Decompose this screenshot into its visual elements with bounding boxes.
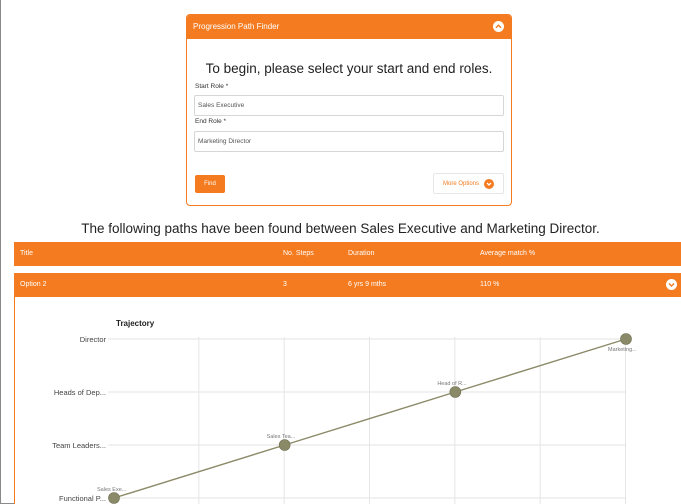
- chevron-down-icon: [484, 179, 494, 189]
- y-tick-label: Heads of Dep...: [54, 388, 106, 397]
- option-row[interactable]: Option 2 3 6 yrs 9 mths 110 %: [14, 273, 681, 297]
- trajectory-point: [278, 439, 291, 451]
- y-tick-label: Director: [80, 335, 107, 344]
- chevron-down-icon[interactable]: [666, 279, 677, 290]
- end-role-input[interactable]: [194, 131, 504, 152]
- start-role-input[interactable]: [194, 95, 504, 116]
- trajectory-chart-panel: Trajectory Functional P... Team Leaders...…: [14, 297, 681, 504]
- trajectory-point: [620, 333, 632, 345]
- finder-header[interactable]: Progression Path Finder: [187, 15, 511, 39]
- chevron-up-icon[interactable]: [493, 21, 504, 32]
- finder-intro-text: To begin, please select your start and e…: [205, 61, 493, 76]
- y-tick-label: Team Leaders...: [52, 441, 106, 450]
- trajectory-chart: Trajectory Functional P... Team Leaders...…: [52, 319, 637, 504]
- more-options-label: More Options: [443, 180, 480, 187]
- column-header-duration[interactable]: Duration: [348, 242, 374, 266]
- point-label: Sales Tea...: [267, 434, 296, 440]
- start-role-label: Start Role *: [195, 83, 229, 90]
- y-tick-label: Functional P...: [59, 494, 106, 503]
- option-title: Option 2: [20, 281, 47, 288]
- find-button[interactable]: Find: [195, 175, 225, 193]
- end-role-label: End Role *: [195, 118, 227, 125]
- progression-path-finder-panel: Progression Path Finder To begin, please…: [186, 14, 512, 206]
- column-header-match[interactable]: Average match %: [480, 242, 535, 266]
- point-label: Marketing...: [608, 347, 637, 353]
- finder-title: Progression Path Finder: [193, 22, 280, 31]
- trajectory-point: [449, 386, 462, 398]
- more-options-button[interactable]: More Options: [433, 173, 504, 194]
- trajectory-point: [108, 492, 120, 504]
- option-steps: 3: [283, 281, 287, 288]
- column-header-title[interactable]: Title: [20, 242, 33, 266]
- point-label: Sales Exe...: [97, 487, 127, 493]
- point-label: Head of R...: [437, 381, 467, 387]
- column-header-steps[interactable]: No. Steps: [283, 242, 314, 266]
- results-heading: The following paths have been found betw…: [81, 221, 600, 236]
- chart-title: Trajectory: [116, 319, 155, 328]
- results-table-header: Title No. Steps Duration Average match %: [14, 242, 681, 266]
- option-duration: 6 yrs 9 mths: [348, 281, 387, 288]
- option-match: 110 %: [480, 281, 500, 288]
